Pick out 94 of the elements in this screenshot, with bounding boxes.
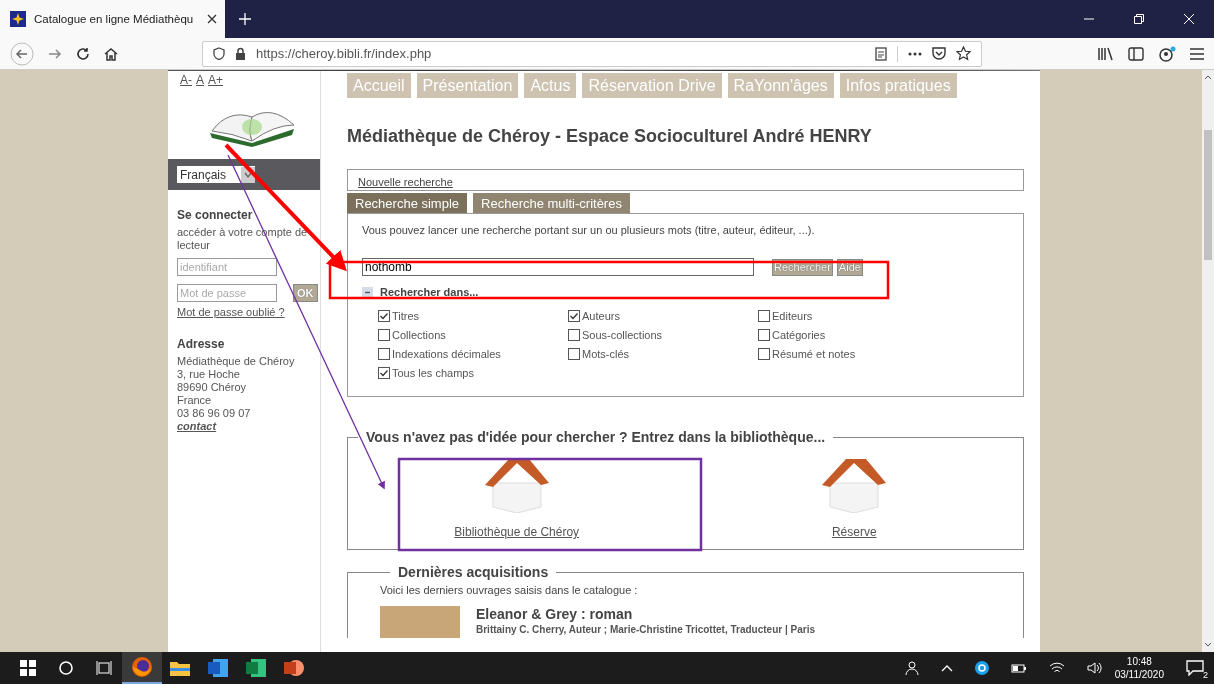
checkbox-label: Sous-collections <box>582 328 663 341</box>
checkbox-label: Indexations décimales <box>392 347 501 360</box>
sidebar-icon[interactable] <box>1128 46 1144 61</box>
checkbox-label: Résumé et notes <box>772 347 856 360</box>
star-icon[interactable] <box>956 46 971 61</box>
library-link[interactable]: Réserve <box>831 525 877 539</box>
browser-tab[interactable]: Catalogue en ligne Médiathèqu <box>0 0 225 38</box>
powerpoint-app-icon[interactable] <box>284 658 304 678</box>
more-icon[interactable] <box>908 51 922 56</box>
clock-date[interactable]: 03/11/2020 <box>1114 668 1164 681</box>
tab-title: Catalogue en ligne Médiathèqu <box>34 13 195 25</box>
library-icon[interactable] <box>1098 46 1114 61</box>
search-tab[interactable]: Recherche simple <box>347 193 468 213</box>
toggle-icon[interactable] <box>362 286 373 298</box>
windows-start-icon[interactable] <box>20 660 36 676</box>
checkbox[interactable] <box>758 328 770 341</box>
checkbox[interactable] <box>378 366 390 379</box>
reload-icon[interactable] <box>76 46 90 61</box>
new-tab-icon[interactable] <box>239 13 251 25</box>
checkbox[interactable] <box>568 309 580 322</box>
star-logo-icon <box>10 11 26 27</box>
home-icon[interactable] <box>104 46 118 61</box>
search-icon[interactable] <box>58 660 74 676</box>
forward-icon[interactable] <box>48 46 62 61</box>
checkbox-label: Tous les champs <box>392 366 474 379</box>
checkbox[interactable] <box>568 328 580 341</box>
checkbox-label: Mots-clés <box>582 347 630 360</box>
word-app-icon[interactable] <box>208 659 228 677</box>
speaker-icon[interactable] <box>1086 662 1103 674</box>
scroll-up-icon[interactable] <box>1204 74 1212 80</box>
checkbox[interactable] <box>568 347 580 360</box>
firefox-icon[interactable] <box>131 656 153 678</box>
language-select[interactable]: Français <box>177 166 255 183</box>
font-size-link[interactable]: A+ <box>208 73 224 87</box>
password-field[interactable]: Mot de passe <box>177 284 277 302</box>
acquisitions-intro: Voici les derniers ouvrages saisis dans le catalogue : <box>380 584 639 596</box>
checkbox-label: Titres <box>392 309 420 322</box>
book-authors: Brittainy C. Cherry, Auteur ; Marie-Christine Tricottet, Traducteur | Paris <box>476 624 815 635</box>
scrollbar-thumb[interactable] <box>1204 130 1212 260</box>
scroll-down-icon[interactable] <box>1204 642 1212 648</box>
battery-icon[interactable] <box>1010 662 1027 674</box>
notification-count: 2 <box>1203 670 1208 680</box>
library-link[interactable]: Bibliothèque de Chéroy <box>454 525 580 539</box>
address-line: 03 86 96 09 07 <box>177 407 251 420</box>
menu-icon[interactable] <box>1190 47 1204 60</box>
book-title[interactable]: Eleanor & Grey : roman <box>476 606 815 622</box>
address-line: 89690 Chéroy <box>177 381 247 394</box>
house-icon <box>820 457 889 513</box>
address-bar[interactable]: https://cheroy.bibli.fr/index.php <box>202 40 982 67</box>
reader-view-icon[interactable] <box>875 46 887 61</box>
account-icon[interactable] <box>1158 45 1176 62</box>
people-icon[interactable] <box>902 660 919 676</box>
tray-app-icon[interactable] <box>974 661 989 675</box>
font-size-link[interactable]: A <box>196 73 204 87</box>
house-icon <box>482 457 551 513</box>
checkbox-label: Editeurs <box>772 309 813 322</box>
shield-icon <box>213 47 225 60</box>
address-line: 3, rue Hoche <box>177 368 240 381</box>
checkbox[interactable] <box>378 328 390 341</box>
task-view-icon[interactable] <box>96 660 112 676</box>
address-heading: Adresse <box>177 337 225 351</box>
restore-icon[interactable] <box>1134 14 1144 24</box>
chevron-up-icon[interactable] <box>940 664 953 672</box>
contact-link[interactable]: contact <box>177 420 217 433</box>
acquisitions-legend: Dernières acquisitions <box>390 564 557 580</box>
address-line: France <box>177 394 212 407</box>
browse-legend: Vous n'avez pas d'idée pour chercher ? Entrez dans la bibliothèque... <box>358 429 834 445</box>
search-tab[interactable]: Recherche multi-critères <box>473 193 630 213</box>
font-size-link[interactable]: A- <box>180 73 192 87</box>
notification-icon[interactable] <box>1186 660 1204 676</box>
address-line: Médiathèque de Chéroy <box>177 355 295 368</box>
forgot-password-link[interactable]: Mot de passe oublié ? <box>177 306 285 319</box>
pocket-icon[interactable] <box>932 47 946 60</box>
page-title: Médiathèque de Chéroy - Espace Socioculturel André HENRY <box>347 126 873 147</box>
checkbox[interactable] <box>378 347 390 360</box>
checkbox-label: Auteurs <box>582 309 620 322</box>
checkbox[interactable] <box>378 309 390 322</box>
checkbox[interactable] <box>758 347 770 360</box>
excel-app-icon[interactable] <box>246 659 266 677</box>
checkbox-label: Catégories <box>772 328 826 341</box>
search-hint: Vous pouvez lancer une recherche portant sur un ou plusieurs mots (titre, auteur, éditeur, ...). <box>362 224 816 236</box>
username-field[interactable]: identifiant <box>177 258 277 276</box>
lock-icon <box>235 47 246 60</box>
clock-time[interactable]: 10:48 <box>1126 655 1152 668</box>
scope-label: Rechercher dans... <box>380 286 479 298</box>
checkbox[interactable] <box>758 309 770 322</box>
url-text: https://cheroy.bibli.fr/index.php <box>256 46 432 61</box>
back-icon[interactable] <box>10 41 34 66</box>
checkbox-label: Collections <box>392 328 446 341</box>
login-heading: Se connecter <box>177 208 253 222</box>
folder-icon[interactable] <box>170 660 190 676</box>
close-icon[interactable] <box>207 14 217 24</box>
new-search-link[interactable]: Nouvelle recherche <box>358 176 453 188</box>
wifi-icon[interactable] <box>1048 662 1065 674</box>
